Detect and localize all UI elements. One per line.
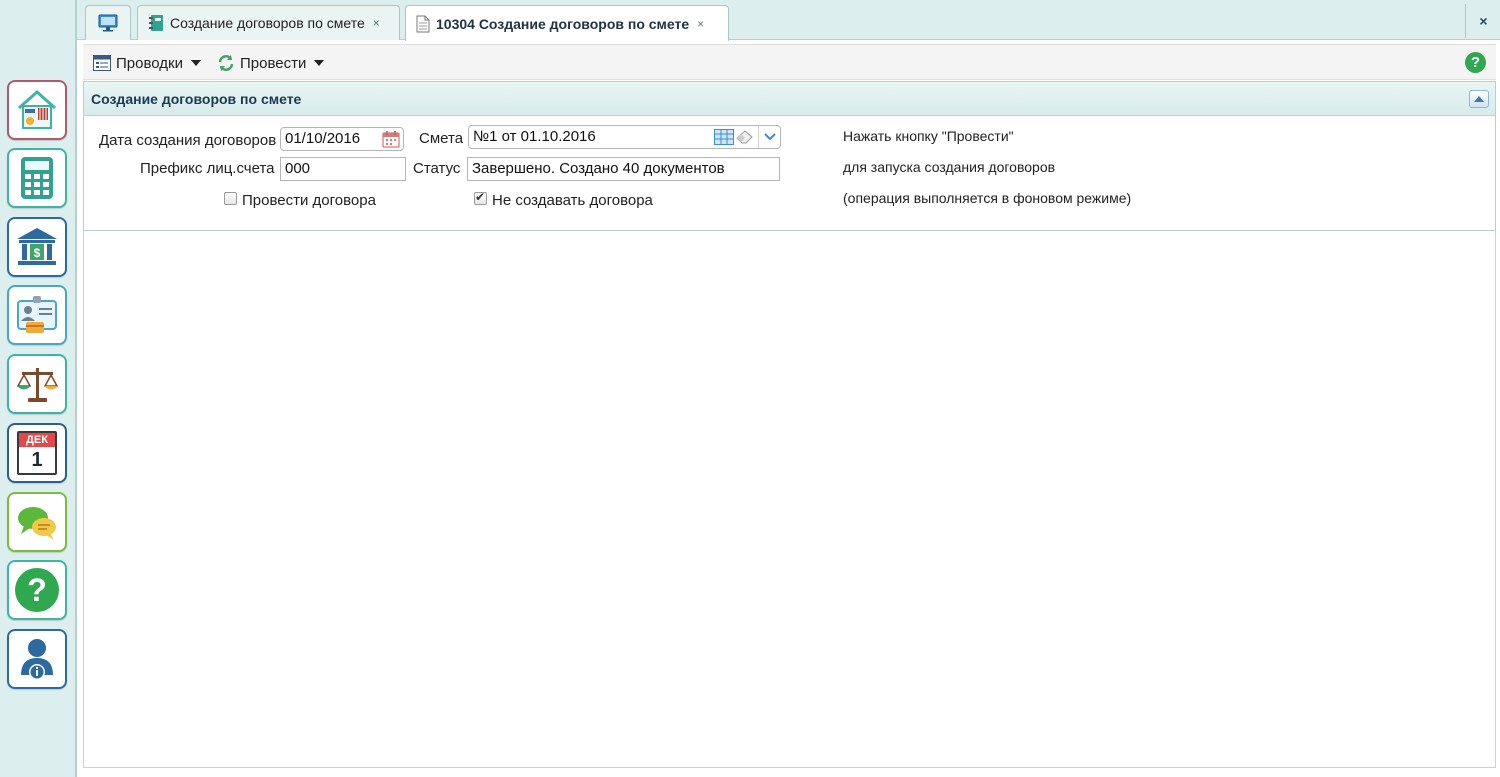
post-label: Провести [240, 54, 307, 72]
date-value: 01/10/2016 [285, 130, 361, 147]
tab-bar: Создание договоров по смете × 10304 Созд… [77, 0, 1500, 41]
status-value: Завершено. Создано 40 документов [472, 160, 725, 177]
date-label: Дата создания договоров [99, 132, 277, 149]
tab-contracts-by-estimate[interactable]: Создание договоров по смете × [137, 5, 400, 40]
user-info-button[interactable] [7, 629, 67, 689]
close-all-button[interactable]: × [1465, 4, 1500, 38]
refresh-icon [217, 54, 235, 72]
tab-label: 10304 Создание договоров по смете [436, 15, 690, 32]
chat-icon [18, 507, 56, 540]
table-lookup-icon[interactable] [714, 129, 734, 148]
scales-icon [16, 368, 59, 402]
toolbar: Проводки Провести ? [83, 44, 1496, 80]
tab-desktop[interactable] [85, 5, 131, 40]
svg-text:$: $ [34, 246, 41, 260]
eraser-icon[interactable] [736, 130, 754, 148]
calendar-day: 1 [31, 449, 43, 471]
estimate-select[interactable]: №1 от 01.10.2016 [468, 125, 781, 149]
tab-10304-contracts-by-estimate[interactable]: 10304 Создание договоров по смете × [405, 5, 729, 41]
estimate-value: №1 от 01.10.2016 [473, 128, 596, 145]
help-button[interactable]: ? [7, 560, 67, 620]
post-menu-button[interactable]: Провести [217, 52, 325, 74]
estimate-label: Смета [419, 130, 464, 147]
notebook-icon [148, 14, 164, 32]
id-card-button[interactable] [7, 285, 67, 345]
left-sidebar: $ ДЕК 1 ? [0, 0, 76, 777]
monitor-icon [98, 14, 118, 32]
tab-close-button[interactable]: × [373, 16, 380, 30]
info-line-3: (операция выполняется в фоновом режиме) [843, 190, 1132, 206]
calculator-button[interactable] [7, 148, 67, 208]
info-line-1: Нажать кнопку "Провести" [843, 128, 1014, 144]
user-info-icon [21, 639, 53, 680]
post-contracts-label[interactable]: Провести договора [242, 192, 376, 209]
postings-label: Проводки [116, 54, 183, 72]
chevron-up-icon [1474, 96, 1484, 102]
prefix-label: Префикс лиц.счета [140, 160, 275, 177]
chat-button[interactable] [7, 492, 67, 552]
utilities-icon [18, 89, 56, 129]
utilities-button[interactable] [7, 80, 67, 140]
calendar-button[interactable]: ДЕК 1 [7, 423, 67, 483]
panel-header: Создание договоров по смете [84, 82, 1495, 116]
document-icon [416, 15, 430, 33]
calendar-month: ДЕК [19, 433, 55, 447]
collapse-button[interactable] [1469, 90, 1489, 108]
prefix-value: 000 [285, 160, 311, 177]
postings-icon [93, 55, 111, 71]
status-field[interactable]: Завершено. Создано 40 документов [467, 157, 780, 181]
content-area [83, 231, 1496, 768]
no-create-contracts-label[interactable]: Не создавать договора [492, 192, 653, 209]
contracts-form-panel: Создание договоров по смете Дата создани… [83, 81, 1496, 231]
panel-title: Создание договоров по смете [91, 90, 302, 107]
date-field[interactable]: 01/10/2016 [280, 127, 404, 151]
scales-button[interactable] [7, 354, 67, 414]
chevron-down-icon [314, 60, 325, 66]
chevron-down-icon[interactable] [758, 126, 780, 148]
chevron-down-icon [190, 60, 201, 66]
calculator-icon [21, 157, 53, 199]
tab-close-button[interactable]: × [697, 17, 704, 31]
id-card-icon [17, 296, 57, 333]
postings-menu-button[interactable]: Проводки [93, 52, 201, 74]
main-area: Создание договоров по смете × 10304 Созд… [76, 0, 1500, 777]
tab-label: Создание договоров по смете [170, 15, 365, 31]
prefix-field[interactable]: 000 [280, 157, 406, 181]
status-label: Статус [413, 160, 461, 177]
bank-icon: $ [17, 228, 57, 265]
no-create-contracts-checkbox[interactable] [474, 190, 487, 205]
toolbar-help-button[interactable]: ? [1465, 52, 1486, 73]
calendar-icon: ДЕК 1 [17, 431, 57, 475]
info-line-2: для запуска создания договоров [843, 159, 1056, 175]
post-contracts-checkbox[interactable] [224, 192, 237, 205]
bank-button[interactable]: $ [7, 217, 67, 277]
calendar-picker-icon[interactable] [382, 131, 400, 150]
help-icon: ? [15, 568, 59, 612]
